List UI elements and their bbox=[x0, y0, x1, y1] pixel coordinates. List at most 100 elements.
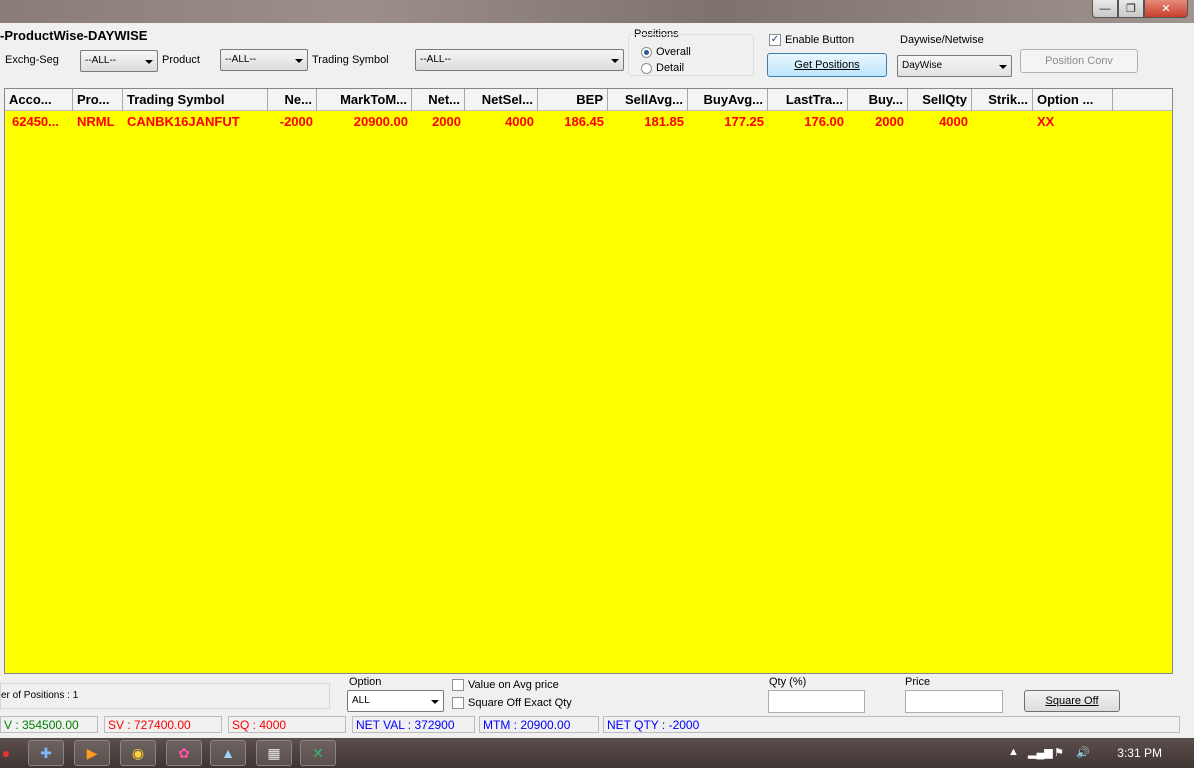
table-cell: -2000 bbox=[279, 114, 313, 129]
exchg-seg-dropdown[interactable]: --ALL-- bbox=[80, 50, 158, 72]
radio-detail-label: Detail bbox=[656, 62, 685, 74]
option-value: ALL bbox=[352, 695, 370, 706]
checkbox-icon bbox=[452, 679, 464, 691]
value-on-avg-label: Value on Avg price bbox=[468, 679, 559, 691]
daywise-value: DayWise bbox=[902, 60, 943, 71]
product-dropdown[interactable]: --ALL-- bbox=[220, 49, 308, 71]
value-on-avg-checkbox[interactable]: Value on Avg price bbox=[452, 679, 559, 691]
status-bv: V : 354500.00 bbox=[0, 716, 98, 733]
radio-button-icon bbox=[641, 62, 652, 74]
table-row[interactable]: 62450... NRML CANBK16JANFUT -2000 20900.… bbox=[5, 111, 1172, 131]
close-button[interactable]: ✕ bbox=[1144, 0, 1188, 18]
column-header[interactable]: BEP bbox=[538, 89, 608, 111]
table-cell: 2000 bbox=[432, 114, 461, 129]
table-cell: CANBK16JANFUT bbox=[127, 114, 240, 129]
table-cell: 62450... bbox=[12, 114, 59, 129]
column-header[interactable]: Ne... bbox=[268, 89, 317, 111]
checkbox-icon bbox=[452, 697, 464, 709]
network-signal-icon[interactable]: ▂▄▆ bbox=[1028, 746, 1053, 759]
title-bar: — ❐ ✕ bbox=[0, 0, 1194, 23]
qty-input[interactable] bbox=[768, 690, 865, 713]
table-cell bbox=[972, 114, 1033, 130]
page-title: -ProductWise-DAYWISE bbox=[0, 28, 148, 43]
column-header[interactable]: SellAvg... bbox=[608, 89, 688, 111]
column-header[interactable]: LastTra... bbox=[768, 89, 848, 111]
status-net-qty: NET QTY : -2000 bbox=[603, 716, 1180, 733]
chevron-down-icon bbox=[431, 700, 439, 704]
column-header[interactable]: Net... bbox=[412, 89, 465, 111]
column-header[interactable]: SellQty bbox=[908, 89, 972, 111]
radio-detail[interactable]: Detail bbox=[641, 62, 684, 74]
square-off-button[interactable]: Square Off bbox=[1024, 690, 1120, 712]
column-header[interactable]: Buy... bbox=[848, 89, 908, 111]
column-header[interactable]: MarkToM... bbox=[317, 89, 412, 111]
excel-icon[interactable]: ✕ bbox=[300, 740, 336, 766]
product-value: --ALL-- bbox=[225, 54, 257, 65]
app-window: — ❐ ✕ -ProductWise-DAYWISE Exchg-Seg --A… bbox=[0, 0, 1194, 738]
table-cell: 20900.00 bbox=[353, 114, 408, 129]
column-header[interactable]: Strik... bbox=[972, 89, 1033, 111]
option-label: Option bbox=[349, 676, 382, 688]
positions-count: er of Positions : 1 bbox=[0, 683, 330, 709]
table-cell: 4000 bbox=[505, 114, 534, 129]
price-input[interactable] bbox=[905, 690, 1003, 713]
record-icon[interactable]: ● bbox=[0, 740, 24, 766]
status-net-val: NET VAL : 372900 bbox=[352, 716, 475, 733]
radio-overall-label: Overall bbox=[656, 46, 691, 58]
chevron-down-icon bbox=[145, 60, 153, 64]
show-hidden-icons-icon[interactable]: ▲ bbox=[1008, 746, 1019, 758]
exchg-seg-value: --ALL-- bbox=[85, 55, 117, 66]
enable-button-checkbox[interactable]: ✓ Enable Button bbox=[769, 34, 854, 46]
option-dropdown[interactable]: ALL bbox=[347, 690, 444, 712]
trading-symbol-label: Trading Symbol bbox=[312, 54, 389, 66]
square-off-exact-checkbox[interactable]: Square Off Exact Qty bbox=[452, 697, 572, 709]
column-header[interactable]: NetSel... bbox=[465, 89, 538, 111]
positions-grid[interactable]: Acco... Pro... Trading Symbol Ne... Mark… bbox=[4, 88, 1173, 674]
radio-overall[interactable]: Overall bbox=[641, 46, 691, 58]
table-cell: 2000 bbox=[875, 114, 904, 129]
prism-icon[interactable]: ▲ bbox=[210, 740, 246, 766]
trading-symbol-dropdown[interactable]: --ALL-- bbox=[415, 49, 624, 71]
get-positions-button[interactable]: Get Positions bbox=[767, 53, 887, 77]
position-conv-button[interactable]: Position Conv bbox=[1020, 49, 1138, 73]
status-sq: SQ : 4000 bbox=[228, 716, 346, 733]
price-label: Price bbox=[905, 676, 931, 688]
qty-label: Qty (%) bbox=[769, 676, 807, 688]
chevron-down-icon bbox=[611, 59, 619, 63]
chevron-down-icon bbox=[999, 65, 1007, 69]
status-bar: V : 354500.00 SV : 727400.00 SQ : 4000 N… bbox=[0, 716, 1194, 734]
flag-icon[interactable]: ⚑ bbox=[1054, 746, 1064, 759]
calculator-icon[interactable]: ▦ bbox=[256, 740, 292, 766]
column-header[interactable]: Option ... bbox=[1033, 89, 1113, 111]
column-header[interactable]: Trading Symbol bbox=[123, 89, 268, 111]
puzzle-icon[interactable]: ✚ bbox=[28, 740, 64, 766]
daywise-netwise-label: Daywise/Netwise bbox=[900, 34, 984, 46]
table-cell: XX bbox=[1037, 114, 1055, 129]
table-cell: 181.85 bbox=[644, 114, 684, 129]
clock[interactable]: 3:31 PM bbox=[1117, 746, 1162, 760]
column-header[interactable]: Acco... bbox=[5, 89, 73, 111]
column-header[interactable]: BuyAvg... bbox=[688, 89, 768, 111]
volume-icon[interactable]: 🔊 bbox=[1076, 746, 1090, 759]
taskbar: ● ✚ ▶ ◉ ✿ ▲ ▦ ✕ ▲ ▂▄▆ ⚑ 🔊 3:31 PM bbox=[0, 738, 1194, 768]
table-cell: 176.00 bbox=[804, 114, 844, 129]
daywise-dropdown[interactable]: DayWise bbox=[897, 55, 1012, 77]
square-off-label: Square Off bbox=[1045, 695, 1099, 707]
minimize-button[interactable]: — bbox=[1092, 0, 1118, 18]
chrome-icon[interactable]: ◉ bbox=[120, 740, 156, 766]
table-cell: 186.45 bbox=[564, 114, 604, 129]
table-cell: NRML bbox=[77, 114, 115, 129]
exchg-seg-label: Exchg-Seg bbox=[5, 54, 59, 66]
restore-button[interactable]: ❐ bbox=[1118, 0, 1144, 18]
enable-button-label: Enable Button bbox=[785, 34, 855, 46]
get-positions-label: Get Positions bbox=[794, 59, 860, 71]
column-header[interactable]: Pro... bbox=[73, 89, 123, 111]
status-sv: SV : 727400.00 bbox=[104, 716, 222, 733]
chevron-down-icon bbox=[295, 59, 303, 63]
trading-symbol-value: --ALL-- bbox=[420, 54, 452, 65]
app-icon[interactable]: ✿ bbox=[166, 740, 202, 766]
checkmark-icon: ✓ bbox=[769, 34, 781, 46]
media-player-icon[interactable]: ▶ bbox=[74, 740, 110, 766]
table-cell: 4000 bbox=[939, 114, 968, 129]
status-mtm: MTM : 20900.00 bbox=[479, 716, 599, 733]
